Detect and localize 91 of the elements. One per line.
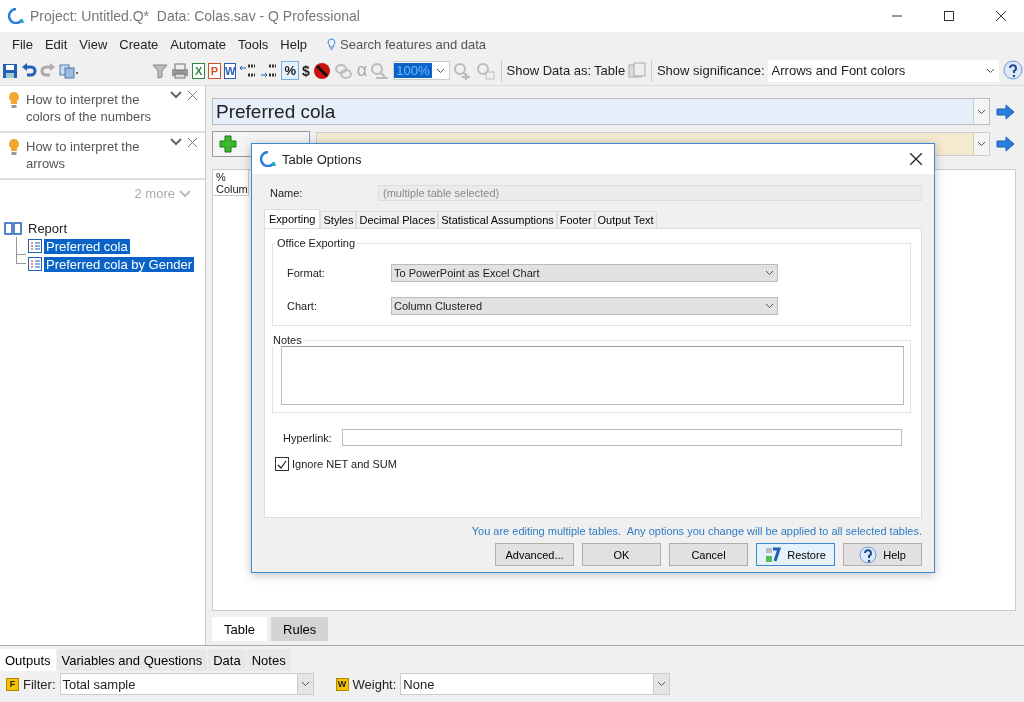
tree-item[interactable]: Preferred cola <box>44 238 130 254</box>
hyperlink-field[interactable] <box>341 429 902 446</box>
tab[interactable]: Output Text <box>594 211 657 228</box>
menu-item[interactable]: Help <box>274 36 314 52</box>
tab[interactable]: Variables and Questions <box>56 649 208 671</box>
lightbulb-icon <box>8 138 20 156</box>
title-field[interactable]: Preferred cola <box>212 98 990 125</box>
export-button[interactable]: X <box>192 62 206 79</box>
book-icon <box>4 221 22 235</box>
increase-decimals-icon[interactable] <box>239 62 258 79</box>
export-button[interactable]: P <box>208 62 221 79</box>
hyperlink-label: Hyperlink: <box>283 431 332 444</box>
checkbox-label: Ignore NET and SUM <box>292 458 397 470</box>
dialog-button[interactable]: Cancel <box>669 543 748 566</box>
tip-text[interactable]: How to interpret the arrows <box>26 138 164 173</box>
help-icon[interactable] <box>1002 59 1024 82</box>
app-logo-icon <box>260 151 276 167</box>
column-header: % Colum <box>213 170 249 196</box>
close-icon[interactable] <box>188 91 197 100</box>
field-label: Chart: <box>286 300 318 312</box>
show-data-label: Show Data as: <box>506 63 592 78</box>
undo-icon[interactable] <box>21 62 37 79</box>
menu-item[interactable]: View <box>73 36 114 52</box>
decrease-decimals-icon[interactable] <box>260 62 279 79</box>
notes-field[interactable] <box>281 346 904 405</box>
app-logo-icon <box>8 8 24 24</box>
tab[interactable]: Exporting <box>264 209 321 228</box>
dialog-title: Table Options <box>282 151 363 167</box>
chevron-down-icon[interactable] <box>170 91 182 99</box>
tab[interactable]: Styles <box>320 211 357 228</box>
filter-select[interactable]: Total sample <box>59 673 314 695</box>
close-icon <box>910 153 922 165</box>
dialog-button[interactable]: OK <box>582 543 661 566</box>
tree-item[interactable]: Report <box>26 220 70 236</box>
weight-select[interactable]: None <box>400 673 671 695</box>
chevron-down-icon[interactable] <box>170 138 182 146</box>
weight-label: Weight: <box>352 676 397 692</box>
tree-item[interactable]: Preferred cola by Gender <box>44 256 194 272</box>
tip-text[interactable]: How to interpret the colors of the numbers <box>26 91 164 126</box>
close-icon <box>996 11 1006 21</box>
table-icon <box>28 257 42 271</box>
dialog-button[interactable]: Advanced... <box>495 543 574 566</box>
tab[interactable]: Table <box>212 617 268 641</box>
menu-item[interactable]: Automate <box>164 36 232 52</box>
tab[interactable]: Statistical Assumptions <box>438 211 557 228</box>
badge-icon: W <box>335 677 349 691</box>
tab[interactable]: Footer <box>556 211 595 228</box>
lightbulb-icon <box>327 37 337 51</box>
checkbox[interactable] <box>275 457 289 471</box>
maximize-icon <box>944 11 954 21</box>
info-message: You are editing multiple tables. Any options you change will be applied to all selected tables. <box>470 525 922 537</box>
dropdown[interactable]: Column Clustered <box>391 297 778 315</box>
tab[interactable]: Data <box>208 649 246 671</box>
close-icon[interactable] <box>188 138 197 147</box>
significance-select[interactable]: Arrows and Font colors <box>767 59 999 82</box>
search-field[interactable]: Search features and data <box>327 36 487 52</box>
lightbulb-icon <box>8 91 20 109</box>
printer-icon[interactable] <box>171 62 190 79</box>
group-label: Notes <box>271 334 304 346</box>
table-icon <box>28 239 42 253</box>
significance-label: Show significance: <box>656 63 765 78</box>
restore-button[interactable]: Restore <box>756 543 835 566</box>
dropdown[interactable]: To PowerPoint as Excel Chart <box>391 264 778 282</box>
export-button[interactable]: W <box>223 62 237 79</box>
name-label: Name: <box>269 187 304 199</box>
percent-button[interactable]: % <box>281 61 300 80</box>
group-label: Office Exporting <box>275 237 358 249</box>
arrow-right-icon[interactable] <box>996 135 1016 153</box>
menu-item[interactable]: Create <box>113 36 165 52</box>
help-button[interactable]: Help <box>843 543 922 566</box>
window-title: Project: Untitled.Q* Data: Colas.sav - Q Professional <box>30 8 361 24</box>
no-entry-icon[interactable] <box>312 61 331 80</box>
copy-icon[interactable] <box>59 62 79 79</box>
menu-item[interactable]: Tools <box>232 36 275 52</box>
tab[interactable]: Decimal Places <box>356 211 439 228</box>
help-icon <box>859 545 878 564</box>
name-field: (multiple table selected) <box>378 185 922 201</box>
save-icon[interactable] <box>2 62 18 79</box>
filter-icon[interactable] <box>152 62 169 79</box>
arrow-right-icon[interactable] <box>996 102 1016 121</box>
tab[interactable]: Rules <box>271 617 329 641</box>
tab[interactable]: Notes <box>246 649 291 671</box>
menu-item[interactable]: File <box>6 36 39 52</box>
currency-button[interactable]: $ <box>302 62 310 79</box>
menu-item[interactable]: Edit <box>38 36 74 52</box>
badge-icon: F <box>6 677 19 691</box>
field-label: Format: <box>286 267 326 279</box>
plus-icon <box>219 135 237 153</box>
show-data-select[interactable]: Table <box>594 63 626 78</box>
tab[interactable]: Outputs <box>0 649 56 671</box>
filter-label: Filter: <box>23 676 56 692</box>
